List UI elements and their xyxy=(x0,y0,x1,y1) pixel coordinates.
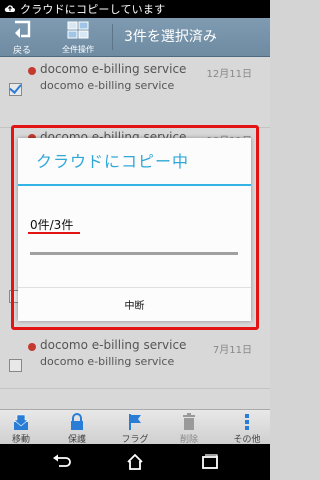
dialog-title: クラウドにコピー中 xyxy=(36,152,190,171)
back-label: 戻る xyxy=(12,46,31,56)
select-all-button[interactable]: 全件操作 xyxy=(58,20,98,54)
trash-icon xyxy=(179,412,199,431)
action-bar: 戻る 全件操作 3件を選択済み xyxy=(0,18,270,57)
back-button[interactable]: 戻る xyxy=(6,20,38,56)
status-bar: クラウドにコピーしています xyxy=(0,0,270,18)
list-item[interactable]: docomo e-billing service docomo e-billin… xyxy=(0,333,270,409)
message-subject: docomo e-billing service xyxy=(40,355,175,368)
select-all-label: 全件操作 xyxy=(62,45,94,54)
selection-count-title: 3件を選択済み xyxy=(124,29,217,45)
toolbar-delete-button[interactable]: 削除 xyxy=(169,410,209,445)
bottom-toolbar: 移動 保護 フラグ 削除 その他 xyxy=(0,409,270,445)
message-subject: docomo e-billing service xyxy=(40,79,175,92)
back-icon[interactable] xyxy=(51,452,71,472)
lock-icon xyxy=(67,412,87,431)
copy-progress-dialog: クラウドにコピー中 0件/3件 中断 xyxy=(18,138,251,321)
message-checkbox[interactable] xyxy=(9,359,22,372)
toolbar-flag-button[interactable]: フラグ xyxy=(115,410,155,445)
unread-dot-icon xyxy=(28,343,36,351)
list-item[interactable]: docomo e-billing service docomo e-billin… xyxy=(0,57,270,128)
message-sender: docomo e-billing service xyxy=(40,338,187,352)
flag-icon xyxy=(125,412,145,431)
unread-dot-icon xyxy=(28,67,36,75)
progress-count: 0件/3件 xyxy=(30,218,74,232)
toolbar-move-button[interactable]: 移動 xyxy=(1,410,41,445)
toolbar-more-button[interactable]: その他 xyxy=(227,410,267,445)
home-icon[interactable] xyxy=(125,452,145,472)
move-icon xyxy=(11,412,31,431)
progress-bar xyxy=(30,252,238,255)
message-date: 12月11日 xyxy=(206,69,252,80)
message-checkbox[interactable] xyxy=(9,83,22,96)
toolbar-protect-button[interactable]: 保護 xyxy=(57,410,97,445)
navigation-bar xyxy=(0,444,270,480)
cloud-upload-icon xyxy=(4,3,16,15)
action-bar-divider xyxy=(112,24,113,50)
message-sender: docomo e-billing service xyxy=(40,62,187,76)
dialog-body: 0件/3件 xyxy=(18,185,251,287)
message-date: 7月11日 xyxy=(212,345,252,356)
select-all-icon xyxy=(66,20,90,44)
more-icon xyxy=(237,412,257,431)
progress-count-underline xyxy=(28,232,80,234)
status-text: クラウドにコピーしています xyxy=(20,3,166,16)
recents-icon[interactable] xyxy=(200,452,220,472)
cancel-button[interactable]: 中断 xyxy=(18,288,251,321)
back-arrow-icon xyxy=(11,20,33,42)
